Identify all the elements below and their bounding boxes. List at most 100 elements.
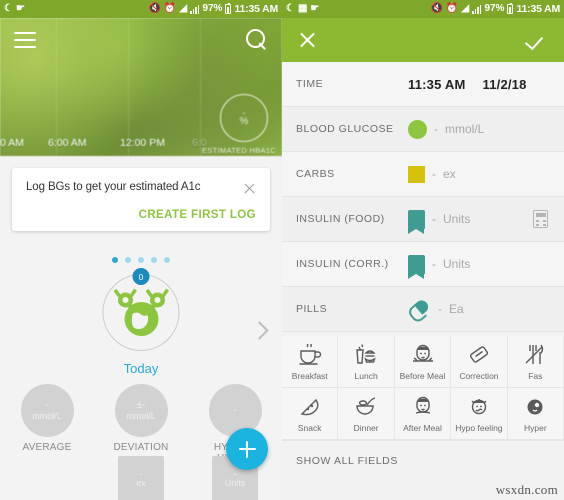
app-bar-left: [0, 18, 282, 62]
field-value: -: [434, 122, 438, 136]
field-row-insulin-corr[interactable]: INSULIN (CORR.) - Units: [282, 242, 564, 287]
dual-screen-container: ☾ ☛ 🔇 ⏰ ◢ 97% 11:35 AM 0 AM 6:00 AM 12:0…: [0, 0, 564, 500]
burger-drink-icon: [353, 342, 379, 368]
tag-hyper[interactable]: Hyper: [507, 388, 564, 440]
tile-unit: ex: [136, 477, 146, 488]
field-unit: mmol/L: [445, 122, 485, 136]
calculator-icon[interactable]: [533, 210, 548, 228]
tag-breakfast[interactable]: Breakfast: [282, 336, 339, 388]
log-count-badge: 0: [132, 268, 150, 285]
face-hypo-icon: [466, 394, 492, 420]
carousel-dot[interactable]: [138, 257, 144, 263]
chevron-right-icon[interactable]: [250, 321, 269, 340]
alarm-icon: ⏰: [445, 3, 459, 14]
tag-label: Breakfast: [291, 371, 328, 381]
toast-message: Log BGs to get your estimated A1c: [26, 181, 201, 193]
tile-value: -: [233, 468, 237, 479]
tile-unit: Units: [224, 477, 246, 488]
status-bar-left: ☾ ☛ 🔇 ⏰ ◢ 97% 11:35 AM: [0, 0, 282, 18]
insulin-pen-icon: [408, 209, 425, 234]
create-first-log-button[interactable]: CREATE FIRST LOG: [26, 209, 256, 221]
field-unit: ex: [443, 167, 456, 181]
field-label: CARBS: [296, 168, 335, 180]
carousel-dot[interactable]: [164, 257, 170, 263]
add-log-fab[interactable]: [226, 428, 268, 470]
insulin-pen-icon: [408, 254, 425, 279]
carbs-icon: [408, 165, 425, 183]
field-row-carbs[interactable]: CARBS - ex: [282, 152, 564, 197]
status-bar-left-icons: ☾ ▦ ☛: [286, 4, 319, 14]
check-icon[interactable]: [528, 33, 548, 47]
onboarding-toast-card: Log BGs to get your estimated A1c CREATE…: [12, 168, 270, 231]
tag-dinner[interactable]: Dinner: [338, 388, 395, 440]
tag-hypo-feeling[interactable]: Hypo feeling: [451, 388, 508, 440]
tag-fasting[interactable]: Fas: [507, 336, 564, 388]
tile-slot: - ex: [101, 456, 181, 500]
field-unit: Units: [443, 257, 471, 271]
stat-value: -: [45, 400, 49, 411]
carousel-dot[interactable]: [151, 257, 157, 263]
close-icon[interactable]: [243, 182, 256, 195]
wifi-icon: ◢: [461, 3, 470, 14]
moon-icon: ☾: [4, 3, 13, 14]
stat-unit: mmol/L: [32, 411, 62, 421]
alarm-icon: ⏰: [163, 3, 177, 14]
stat-average[interactable]: - mmol/L AVERAGE: [7, 384, 87, 464]
field-row-blood-glucose[interactable]: BLOOD GLUCOSE - mmol/L: [282, 107, 564, 152]
time-value: 11:35 AM: [408, 76, 466, 92]
field-label: PILLS: [296, 303, 328, 315]
tile-carbs[interactable]: - ex: [118, 456, 164, 500]
face-hyper-icon: [522, 394, 548, 420]
status-bar-left-icons: ☾ ☛: [4, 4, 25, 14]
tag-label: Snack: [297, 423, 322, 433]
field-value: -: [438, 302, 442, 316]
axis-tick-0: 0 AM: [0, 137, 24, 149]
pill-icon: [406, 297, 430, 320]
field-value: -: [432, 257, 436, 271]
stat-label: AVERAGE: [22, 442, 72, 453]
stat-deviation[interactable]: ±- mmol/L DEVIATION: [101, 384, 181, 464]
tag-label: Hypo feeling: [455, 423, 503, 433]
field-row-time[interactable]: TIME 11:35 AM 11/2/18: [282, 62, 564, 107]
tile-value: -: [139, 468, 143, 479]
hba1c-percent: %: [239, 115, 249, 127]
search-icon[interactable]: [246, 29, 268, 51]
tag-label: After Meal: [403, 423, 442, 433]
tag-label: Before Meal: [399, 371, 446, 381]
tag-snack[interactable]: Snack: [282, 388, 339, 440]
mascot-progress-ring[interactable]: [102, 274, 180, 351]
show-all-fields-button[interactable]: SHOW ALL FIELDS: [282, 440, 564, 480]
field-label: TIME: [296, 78, 324, 90]
carousel-dot[interactable]: [125, 257, 131, 263]
close-icon[interactable]: [298, 31, 317, 50]
carousel-dots: [0, 257, 282, 263]
pizza-slice-icon: [297, 394, 323, 420]
signal-icon: [190, 4, 200, 14]
tag-row: Snack Dinner After Meal Hypo feeling Hyp…: [282, 388, 564, 440]
field-value: -: [432, 167, 436, 181]
stat-value: ±-: [136, 400, 146, 411]
status-bar-right-icons: 🔇 ⏰ ◢ 97% 11:35 AM: [430, 2, 560, 15]
stat-unit: mmol/L: [126, 411, 156, 421]
field-row-pills[interactable]: PILLS - Ea: [282, 287, 564, 332]
menu-icon[interactable]: [14, 32, 36, 48]
status-bar-clock: 11:35 AM: [516, 3, 560, 15]
tag-before-meal[interactable]: Before Meal: [394, 336, 452, 388]
tag-correction[interactable]: Correction: [451, 336, 508, 388]
right-screen-new-log: ☾ ▦ ☛ 🔇 ⏰ ◢ 97% 11:35 AM TIME 11:35 AM 1…: [282, 0, 564, 500]
tag-after-meal[interactable]: After Meal: [394, 388, 452, 440]
tag-lunch[interactable]: Lunch: [338, 336, 395, 388]
dashboard-body: Log BGs to get your estimated A1c CREATE…: [0, 156, 282, 500]
coffee-cup-icon: [297, 342, 323, 368]
tag-label: Hyper: [523, 423, 547, 433]
moon-icon: ☾: [286, 3, 295, 14]
stat-circle: - mmol/L: [20, 384, 74, 437]
estimated-hba1c-circle[interactable]: - %: [220, 94, 268, 142]
carousel-dot[interactable]: [112, 257, 118, 263]
field-row-insulin-food[interactable]: INSULIN (FOOD) - Units: [282, 197, 564, 242]
stat-label: DEVIATION: [113, 442, 169, 453]
signal-icon: [472, 4, 482, 14]
battery-icon: [507, 2, 514, 14]
status-bar-right-icons: 🔇 ⏰ ◢ 97% 11:35 AM: [148, 2, 278, 15]
carousel-day-label: Today: [123, 361, 159, 376]
